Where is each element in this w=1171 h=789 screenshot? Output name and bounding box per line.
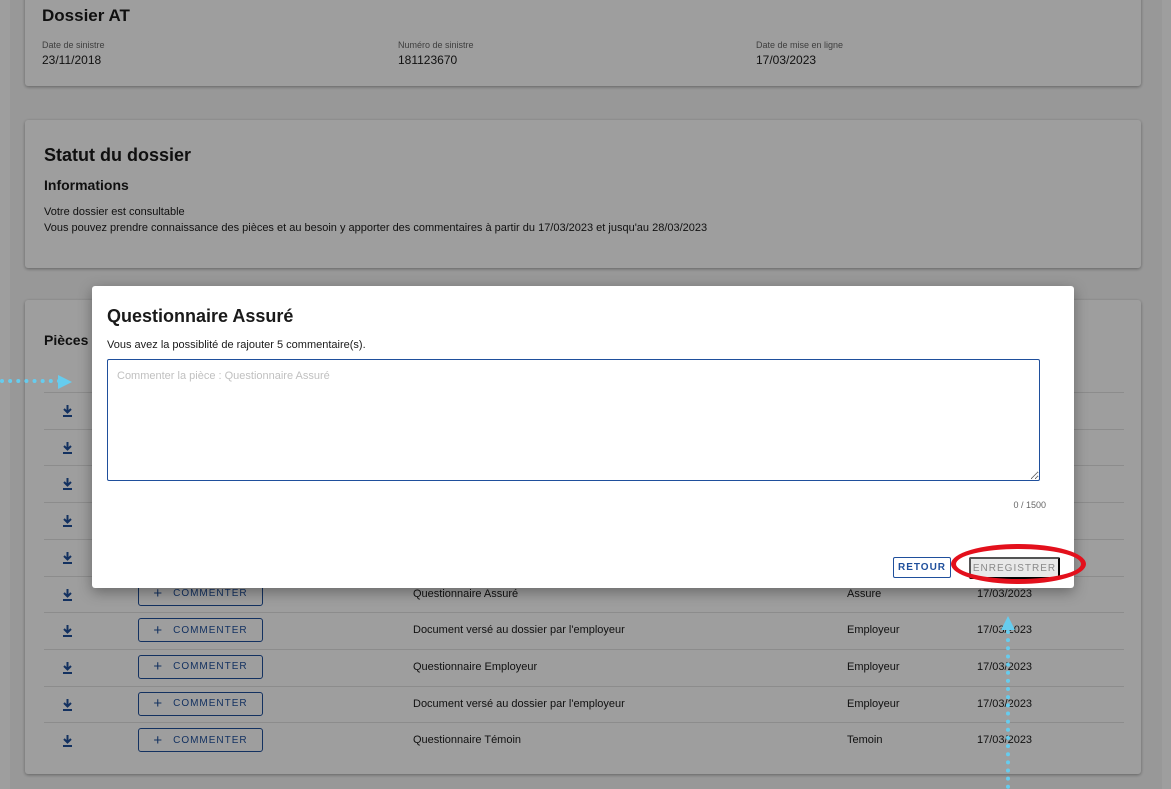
annotation-arrow-head-right bbox=[58, 375, 72, 389]
retour-button[interactable]: RETOUR bbox=[893, 557, 951, 578]
comment-modal: Questionnaire Assuré Vous avez la possib… bbox=[92, 286, 1074, 588]
annotation-arrow-horizontal bbox=[0, 379, 61, 383]
annotation-arrow-vertical bbox=[1006, 630, 1010, 789]
modal-subtitle: Vous avez la possiblité de rajouter 5 co… bbox=[107, 339, 366, 351]
modal-title: Questionnaire Assuré bbox=[107, 306, 294, 326]
annotation-red-ellipse bbox=[951, 544, 1086, 584]
character-counter: 0 / 1500 bbox=[1013, 500, 1046, 510]
annotation-arrow-head-up bbox=[1001, 616, 1015, 630]
comment-textarea[interactable] bbox=[107, 359, 1040, 481]
